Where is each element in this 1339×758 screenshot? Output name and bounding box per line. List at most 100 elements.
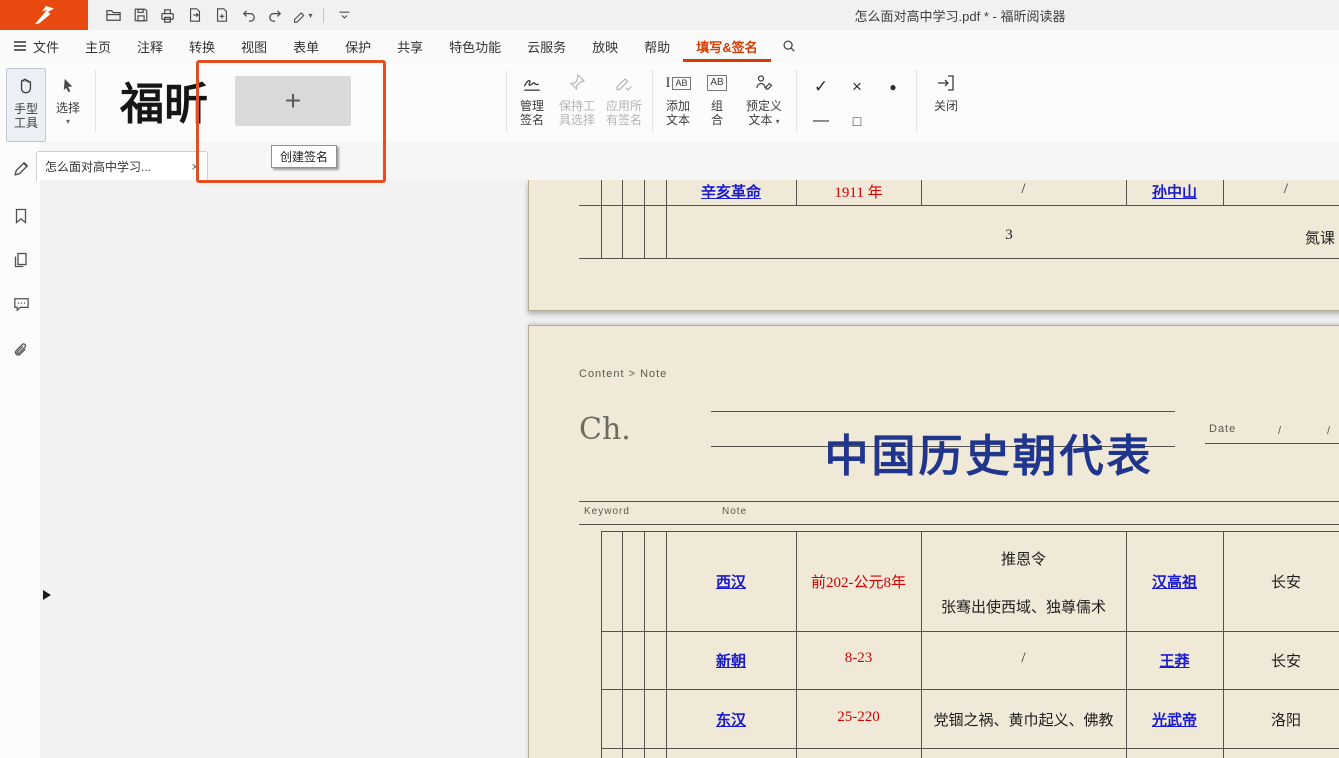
fill-sign-ribbon: 手型 工具 选择 ▾ 福昕 + ▴ ▾ ▾ 管理 xyxy=(0,62,1339,143)
bookmarks-panel-button[interactable] xyxy=(9,204,33,228)
menu-home[interactable]: 主页 xyxy=(72,30,124,62)
doc-cell: 党锢之祸、黄巾起义、佛教 xyxy=(921,709,1126,730)
predefined-text-button[interactable]: 预定义 文本 ▾ xyxy=(738,70,790,129)
table-line xyxy=(1126,180,1127,205)
document-tab[interactable]: 怎么面对高中学习... × xyxy=(36,151,208,181)
doc-cell: 洛阳 xyxy=(1223,709,1339,730)
document-canvas[interactable]: 辛亥革命 1911 年 / 孙中山 / 3 氮课 Content > Note xyxy=(40,180,1339,758)
doc-cell: / xyxy=(921,650,1126,667)
hand-tool-button[interactable]: 手型 工具 xyxy=(6,68,46,142)
quick-sign-tool-button[interactable]: ▾ xyxy=(289,3,316,27)
keyword-header: Keyword xyxy=(584,506,630,517)
doc-link[interactable]: 西汉 xyxy=(666,571,796,592)
attachments-panel-button[interactable] xyxy=(9,338,33,362)
table-line xyxy=(579,258,1339,259)
signature-preview[interactable]: 福昕 xyxy=(100,72,228,128)
table-line xyxy=(601,631,1339,632)
doc-link[interactable]: 辛亥革命 xyxy=(666,181,796,202)
menu-comment[interactable]: 注释 xyxy=(124,30,176,62)
ribbon-separator xyxy=(506,70,507,132)
hand-icon xyxy=(16,76,36,96)
doc-link[interactable]: 孙中山 xyxy=(1126,181,1223,202)
export-page-icon xyxy=(187,7,203,23)
print-button[interactable] xyxy=(154,3,181,27)
keep-tool-selected-button[interactable]: 保持工 具选择 xyxy=(556,70,598,127)
add-text-icon: I AB xyxy=(665,70,690,96)
select-tool-button[interactable]: 选择 ▾ xyxy=(48,68,88,140)
menubar: 文件 主页 注释 转换 视图 表单 保护 共享 特色功能 云服务 放映 帮助 填… xyxy=(0,30,1339,62)
chapter-label: Ch. xyxy=(579,412,631,447)
table-line xyxy=(601,205,602,258)
document-title: 中国历史朝代表 xyxy=(774,432,1204,482)
document-tabstrip: 怎么面对高中学习... × xyxy=(40,142,1339,181)
doc-link[interactable]: 光武帝 xyxy=(1126,709,1223,730)
menu-protect[interactable]: 保护 xyxy=(332,30,384,62)
menu-help[interactable]: 帮助 xyxy=(631,30,683,62)
tab-close-icon[interactable]: × xyxy=(191,159,199,174)
undo-button[interactable] xyxy=(235,3,262,27)
table-line xyxy=(666,205,667,258)
pages-panel-button[interactable] xyxy=(9,248,33,272)
table-line xyxy=(644,180,645,205)
menu-form[interactable]: 表单 xyxy=(280,30,332,62)
ruled-line xyxy=(1205,443,1339,444)
redo-icon xyxy=(267,7,284,24)
bookmark-icon xyxy=(12,207,30,225)
ruled-line xyxy=(579,501,1339,502)
exit-icon xyxy=(936,73,956,93)
apply-signature-icon xyxy=(614,73,634,93)
manage-signature-button[interactable]: 管理 签名 xyxy=(512,70,552,127)
dot-stamp-button[interactable]: ● xyxy=(878,74,908,100)
create-signature-button[interactable]: + xyxy=(235,76,351,126)
paperclip-icon xyxy=(12,341,31,360)
ruled-line xyxy=(579,524,1339,525)
rectangle-stamp-button[interactable]: □ xyxy=(842,108,872,134)
doc-link[interactable]: 东汉 xyxy=(666,709,796,730)
menu-view[interactable]: 视图 xyxy=(228,30,280,62)
create-pdf-button[interactable] xyxy=(208,3,235,27)
doc-cell: 长安 xyxy=(1223,650,1339,671)
apply-all-signatures-button[interactable]: 应用所 有签名 xyxy=(602,70,646,127)
window-title: 怎么面对高中学习.pdf * - 福昕阅读器 xyxy=(640,6,1280,25)
redo-button[interactable] xyxy=(262,3,289,27)
close-fill-sign-button[interactable]: 关闭 xyxy=(924,70,968,113)
table-line xyxy=(921,180,922,205)
menu-features[interactable]: 特色功能 xyxy=(436,30,514,62)
table-line xyxy=(601,689,1339,690)
tab-label: 怎么面对高中学习... xyxy=(45,158,185,175)
comment-bubble-icon xyxy=(12,295,31,314)
open-file-button[interactable] xyxy=(100,3,127,27)
search-button[interactable] xyxy=(771,30,807,62)
table-line xyxy=(644,531,645,758)
comments-panel-button[interactable] xyxy=(9,292,33,316)
doc-link[interactable]: 王莽 xyxy=(1126,650,1223,671)
doc-link[interactable]: 汉高祖 xyxy=(1126,571,1223,592)
menu-share[interactable]: 共享 xyxy=(384,30,436,62)
combine-text-button[interactable]: AB 组 合 xyxy=(700,70,734,127)
doc-link[interactable]: 新朝 xyxy=(666,650,796,671)
menu-present[interactable]: 放映 xyxy=(579,30,631,62)
doc-date: 25-220 xyxy=(796,709,921,726)
date-slash: / xyxy=(1327,425,1331,437)
cross-stamp-button[interactable]: × xyxy=(842,74,872,100)
panel-expand-handle[interactable] xyxy=(43,590,51,600)
line-stamp-button[interactable]: — xyxy=(806,108,836,134)
doc-cell: / xyxy=(1223,181,1339,198)
menu-convert[interactable]: 转换 xyxy=(176,30,228,62)
menu-cloud[interactable]: 云服务 xyxy=(514,30,579,62)
add-text-button[interactable]: I AB 添加 文本 xyxy=(658,70,698,127)
manage-signature-icon xyxy=(521,72,543,94)
doc-date: 8-23 xyxy=(796,650,921,667)
menu-fill-sign[interactable]: 填写&签名 xyxy=(683,30,770,62)
menu-file[interactable]: 文件 xyxy=(0,30,72,62)
pen-tool-icon xyxy=(292,8,307,23)
foxit-logo[interactable] xyxy=(0,0,88,30)
export-pdf-button[interactable] xyxy=(181,3,208,27)
save-button[interactable] xyxy=(127,3,154,27)
check-stamp-button[interactable]: ✓ xyxy=(806,74,836,100)
titlebar: ▾ 怎么面对高中学习.pdf * - 福昕阅读器 xyxy=(0,0,1339,30)
foxit-reader-window: ▾ 怎么面对高中学习.pdf * - 福昕阅读器 文件 主页 注释 转换 视图 … xyxy=(0,0,1339,758)
annotation-pen-button[interactable] xyxy=(9,156,33,180)
customize-toolbar-button[interactable] xyxy=(331,3,358,27)
tooltip-create-signature: 创建签名 xyxy=(271,145,337,168)
